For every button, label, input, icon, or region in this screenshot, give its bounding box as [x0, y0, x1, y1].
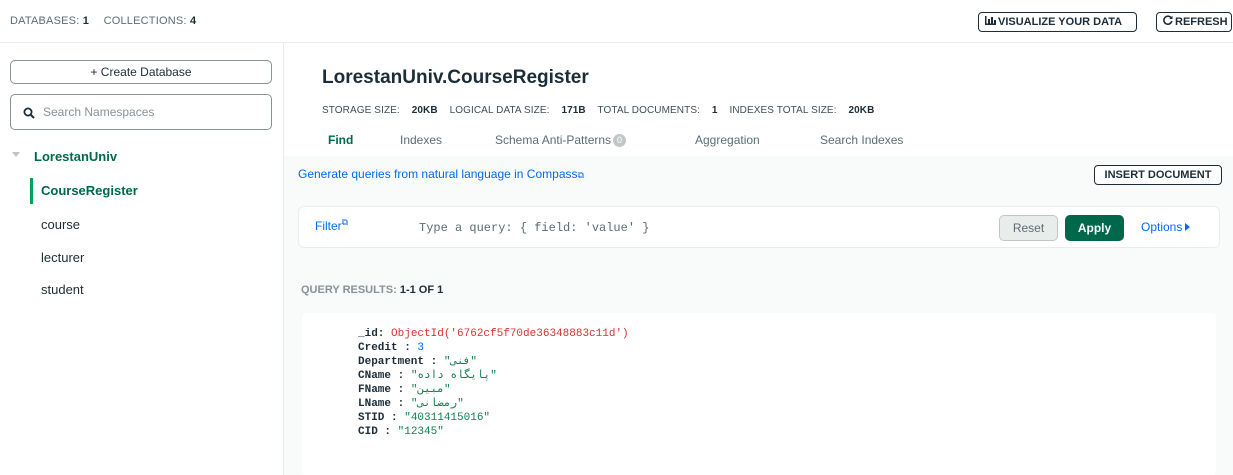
- query-filter-input[interactable]: [419, 218, 979, 238]
- databases-count: 1: [82, 15, 90, 27]
- collections-label: COLLECTIONS:: [103, 15, 187, 27]
- document-fields: _id: ObjectId('6762cf5f70de36348883c11d'…: [358, 327, 629, 439]
- field-id[interactable]: _id: ObjectId('6762cf5f70de36348883c11d'…: [358, 327, 629, 341]
- natural-language-link[interactable]: Generate queries from natural language i…: [298, 167, 584, 181]
- document-card[interactable]: _id: ObjectId('6762cf5f70de36348883c11d'…: [302, 313, 1216, 475]
- collections-count: 4: [189, 15, 197, 27]
- query-results-label: QUERY RESULTS: 1-1 OF 1: [301, 284, 444, 296]
- field-cid[interactable]: CID : "12345": [358, 425, 629, 439]
- logical-size-label: LOGICAL DATA SIZE:: [449, 105, 550, 116]
- visualize-data-button[interactable]: VISUALIZE YOUR DATA: [978, 12, 1137, 32]
- field-fname[interactable]: FName : "مبین": [358, 383, 629, 397]
- refresh-button[interactable]: REFRESH: [1156, 12, 1232, 32]
- refresh-icon: [1163, 13, 1173, 31]
- collection-item-student[interactable]: student: [30, 277, 280, 303]
- apply-button[interactable]: Apply: [1065, 215, 1124, 241]
- field-cname[interactable]: CName : "پایگاه داده": [358, 369, 629, 383]
- bar-chart-icon: [985, 13, 996, 31]
- collection-item-course[interactable]: course: [30, 212, 280, 238]
- query-results-range: 1-1 OF 1: [399, 284, 444, 296]
- caret-right-icon: [1185, 223, 1191, 231]
- tab-aggregation[interactable]: Aggregation: [695, 133, 760, 147]
- database-item[interactable]: LorestanUniv: [10, 147, 272, 167]
- tab-search-indexes[interactable]: Search Indexes: [820, 133, 903, 147]
- total-documents-value: 1: [711, 105, 718, 116]
- find-workspace: Generate queries from natural language i…: [284, 156, 1233, 475]
- collection-stats: STORAGE SIZE: 20KB LOGICAL DATA SIZE: 17…: [322, 105, 883, 116]
- search-namespaces-field[interactable]: [10, 94, 272, 130]
- field-credit[interactable]: Credit : 3: [358, 341, 629, 355]
- tab-schema-anti-patterns[interactable]: Schema Anti-Patterns 0: [495, 133, 627, 147]
- collection-item-courseregister[interactable]: CourseRegister: [30, 178, 280, 204]
- search-icon: [23, 106, 35, 124]
- options-button[interactable]: Options: [1141, 220, 1191, 234]
- collection-item-lecturer[interactable]: lecturer: [30, 245, 280, 271]
- insert-document-button[interactable]: INSERT DOCUMENT: [1094, 165, 1222, 185]
- tab-find[interactable]: Find: [328, 133, 353, 147]
- external-link-icon: ⧉: [577, 170, 584, 180]
- sidebar: + Create Database LorestanUniv CourseReg…: [0, 43, 284, 475]
- field-department[interactable]: Department : "فنی": [358, 355, 629, 369]
- field-stid[interactable]: STID : "40311415016": [358, 411, 629, 425]
- indexes-size-value: 20KB: [848, 105, 875, 116]
- search-namespaces-input[interactable]: [43, 103, 263, 121]
- storage-size-label: STORAGE SIZE:: [322, 105, 400, 116]
- database-name: LorestanUniv: [34, 149, 118, 164]
- caret-down-icon[interactable]: [12, 152, 20, 157]
- tab-indexes[interactable]: Indexes: [400, 133, 442, 147]
- main-panel: LorestanUniv.CourseRegister STORAGE SIZE…: [284, 43, 1233, 475]
- total-documents-label: TOTAL DOCUMENTS:: [597, 105, 700, 116]
- storage-size-value: 20KB: [411, 105, 438, 116]
- query-bar: Filter⧉ Reset Apply Options: [298, 206, 1220, 248]
- databases-label: DATABASES:: [10, 15, 80, 27]
- reset-button[interactable]: Reset: [999, 215, 1058, 241]
- logical-size-value: 171B: [561, 105, 586, 116]
- instance-stats: DATABASES: 1 COLLECTIONS: 4: [10, 15, 196, 27]
- external-link-icon: ⧉: [341, 217, 349, 227]
- field-lname[interactable]: LName : "رمضانی": [358, 397, 629, 411]
- indexes-size-label: INDEXES TOTAL SIZE:: [729, 105, 837, 116]
- top-bar: DATABASES: 1 COLLECTIONS: 4 VISUALIZE YO…: [0, 0, 1233, 43]
- collection-title: LorestanUniv.CourseRegister: [322, 67, 589, 88]
- schema-count-badge: 0: [613, 134, 627, 147]
- create-database-button[interactable]: + Create Database: [10, 60, 272, 84]
- filter-link[interactable]: Filter⧉: [315, 217, 348, 233]
